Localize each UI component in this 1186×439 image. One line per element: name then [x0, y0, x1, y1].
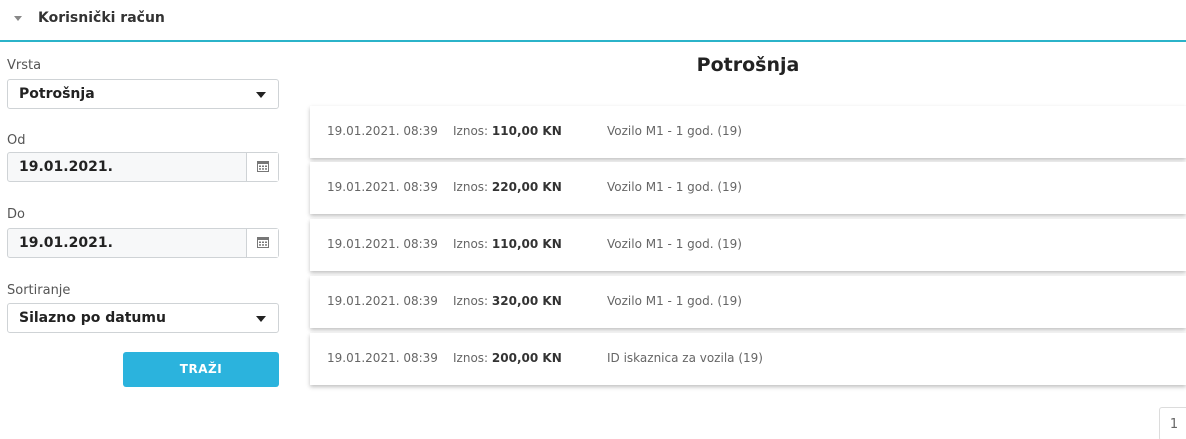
type-select[interactable]: Potrošnja — [7, 79, 279, 109]
list-item[interactable]: 19.01.2021. 08:39 Iznos: 200,00 KN ID iska… — [310, 333, 1186, 385]
collapse-caret-icon[interactable] — [14, 16, 22, 21]
item-description: ID iskaznica za vozila (19) — [607, 351, 763, 365]
type-select-value: Potrošnja — [19, 86, 95, 102]
item-amount-value: 220,00 KN — [491, 180, 562, 194]
item-description: Vozilo M1 - 1 god. (19) — [607, 237, 742, 251]
item-amount-value: 110,00 KN — [491, 237, 562, 251]
to-date-value: 19.01.2021. — [19, 235, 113, 251]
item-date: 19.01.2021. 08:39 — [327, 180, 438, 194]
dropdown-arrow-icon — [256, 316, 266, 322]
from-label: Od — [7, 133, 26, 148]
list-item[interactable]: 19.01.2021. 08:39 Iznos: 110,00 KN Vozilo … — [310, 219, 1186, 271]
item-amount-value: 200,00 KN — [491, 351, 562, 365]
item-description: Vozilo M1 - 1 god. (19) — [607, 294, 742, 308]
item-amount-label: Iznos: — [453, 351, 489, 365]
list-item[interactable]: 19.01.2021. 08:39 Iznos: 110,00 KN Vozilo … — [310, 106, 1186, 158]
from-date-value: 19.01.2021. — [19, 159, 113, 175]
from-date-input[interactable]: 19.01.2021. — [7, 152, 279, 182]
dropdown-arrow-icon — [256, 92, 266, 98]
section-header[interactable]: Korisnički račun — [0, 0, 1186, 42]
list-item[interactable]: 19.01.2021. 08:39 Iznos: 320,00 KN Vozilo … — [310, 276, 1186, 328]
item-amount: Iznos: 110,00 KN — [453, 237, 562, 251]
section-title: Korisnički račun — [38, 10, 165, 26]
item-description: Vozilo M1 - 1 god. (19) — [607, 180, 742, 194]
item-amount-value: 320,00 KN — [491, 294, 562, 308]
sort-label: Sortiranje — [7, 283, 71, 298]
item-amount: Iznos: 220,00 KN — [453, 180, 562, 194]
sort-select-value: Silazno po datumu — [19, 310, 166, 326]
item-description: Vozilo M1 - 1 god. (19) — [607, 124, 742, 138]
item-date: 19.01.2021. 08:39 — [327, 294, 438, 308]
page-title: Potrošnja — [696, 54, 800, 76]
search-button[interactable]: TRAŽI — [123, 352, 279, 387]
calendar-icon[interactable] — [246, 153, 278, 181]
list-item[interactable]: 19.01.2021. 08:39 Iznos: 220,00 KN Vozilo … — [310, 162, 1186, 214]
item-amount-label: Iznos: — [453, 294, 489, 308]
item-amount: Iznos: 320,00 KN — [453, 294, 562, 308]
item-amount-label: Iznos: — [453, 124, 489, 138]
item-date: 19.01.2021. 08:39 — [327, 124, 438, 138]
calendar-icon[interactable] — [246, 229, 278, 257]
item-amount-label: Iznos: — [453, 180, 489, 194]
pagination-page-1[interactable]: 1 — [1159, 407, 1186, 439]
item-amount: Iznos: 110,00 KN — [453, 124, 562, 138]
sort-select[interactable]: Silazno po datumu — [7, 303, 279, 333]
type-label: Vrsta — [7, 58, 42, 73]
item-amount-value: 110,00 KN — [491, 124, 562, 138]
to-date-input[interactable]: 19.01.2021. — [7, 228, 279, 258]
to-label: Do — [7, 207, 25, 222]
item-amount: Iznos: 200,00 KN — [453, 351, 562, 365]
item-date: 19.01.2021. 08:39 — [327, 237, 438, 251]
item-amount-label: Iznos: — [453, 237, 489, 251]
item-date: 19.01.2021. 08:39 — [327, 351, 438, 365]
